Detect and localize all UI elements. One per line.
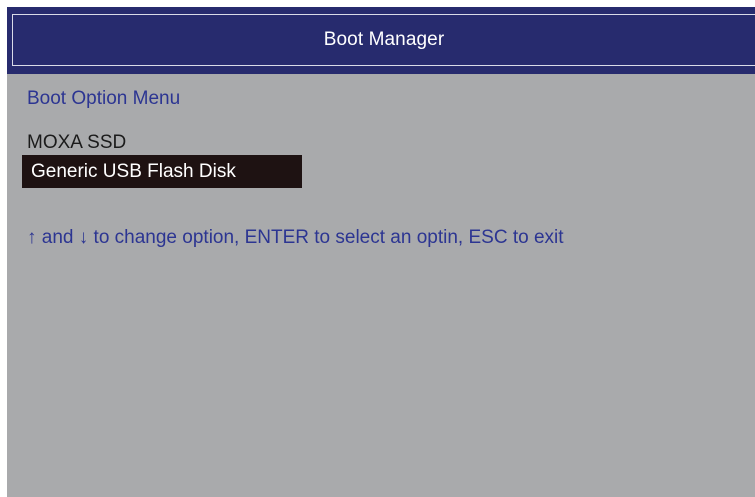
boot-option-generic-usb-flash-disk[interactable]: Generic USB Flash Disk	[22, 155, 302, 188]
boot-manager-screen: Boot Manager Boot Option Menu MOXA SSD G…	[7, 7, 755, 497]
help-text: ↑ and ↓ to change option, ENTER to selec…	[27, 227, 564, 248]
boot-option-moxa-ssd[interactable]: MOXA SSD	[27, 132, 126, 154]
page-title: Boot Manager	[323, 29, 445, 50]
title-bar: Boot Manager	[7, 7, 755, 74]
boot-option-menu-heading: Boot Option Menu	[27, 88, 181, 109]
title-frame: Boot Manager	[12, 14, 755, 66]
